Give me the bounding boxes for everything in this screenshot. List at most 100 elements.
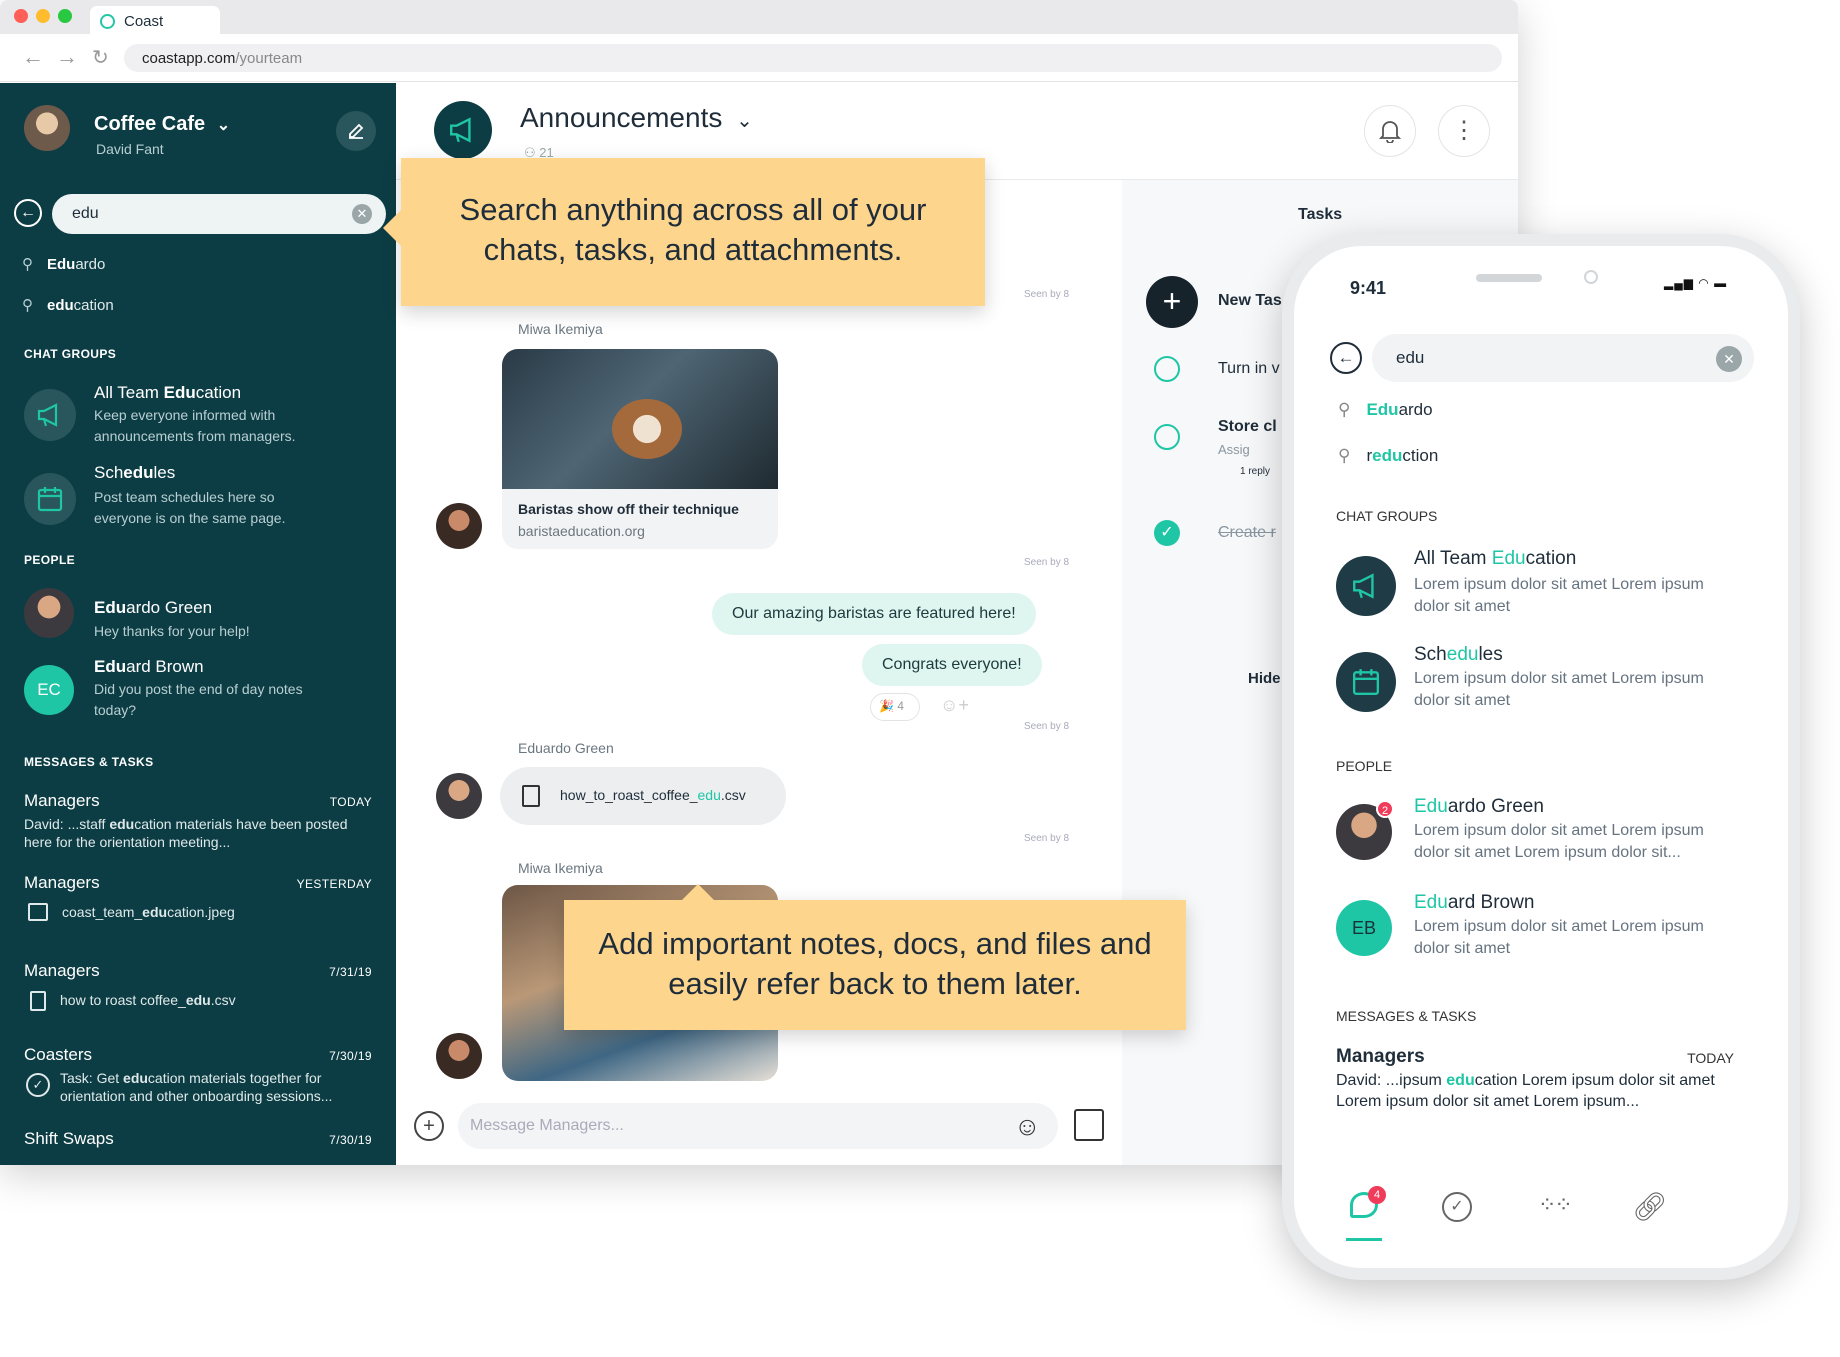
message-title: Managers [24,873,100,892]
back-arrow-icon[interactable]: ← [22,44,44,70]
document-icon [522,785,540,807]
back-circle-icon[interactable]: ← [1330,342,1362,374]
emoji-icon[interactable]: ☺ [1014,1111,1041,1142]
search-value: edu [72,205,99,222]
people-grid-icon[interactable]: ⁘⁘ [1538,1192,1573,1218]
file-attachment[interactable]: how_to_roast_coffee_edu.csv [500,767,786,825]
chat-group-item[interactable]: Schedules Lorem ipsum dolor sit amet Lor… [1336,644,1746,724]
reaction-chip[interactable]: 🎉 4 [870,693,920,721]
person-item[interactable]: EB Eduard Brown Lorem ipsum dolor sit am… [1336,892,1746,972]
chat-group-desc: Post team schedules here so everyone is … [94,489,286,526]
user-avatar[interactable] [24,105,70,151]
chat-group-desc: Lorem ipsum dolor sit amet Lorem ipsum d… [1414,576,1704,615]
back-circle-icon[interactable]: ← [14,199,42,227]
search-value: edu [1396,348,1425,367]
chat-group-item[interactable]: Schedules Post team schedules here so ev… [24,463,384,543]
suggestion-match: Edu [47,256,76,273]
new-task-button[interactable]: + [1146,276,1198,328]
composer-placeholder: Message Managers... [470,1117,624,1134]
channel-icon [434,101,492,159]
message-date: 7/30/19 [329,1049,372,1063]
notifications-button[interactable] [1364,105,1416,157]
reload-icon[interactable]: ↻ [92,45,109,70]
address-bar[interactable]: coastapp.com/yourteam [124,44,1502,72]
person-item[interactable]: 2 Eduardo Green Lorem ipsum dolor sit am… [1336,796,1746,876]
tasks-check-icon[interactable]: ✓ [1442,1192,1472,1222]
message-date: TODAY [1687,1050,1734,1066]
section-people: PEOPLE [1336,758,1393,774]
person-desc: Hey thanks for your help! [94,623,250,639]
sender-name: Miwa Ikemiya [518,321,603,337]
task-checkbox[interactable] [1154,356,1180,382]
link-preview-card[interactable]: Baristas show off their technique barist… [502,349,778,549]
forward-arrow-icon[interactable]: → [56,44,78,70]
close-window-dot[interactable] [14,9,28,23]
message-date: TODAY [329,795,372,809]
more-options-icon[interactable]: ⋮ [1438,105,1490,157]
link-icon[interactable]: 🔗︎ [1632,1190,1668,1223]
search-suggestion[interactable]: ⚲ education [22,296,114,314]
message-snippet: David: ...ipsum education Lorem ipsum do… [1336,1072,1715,1110]
maximize-window-dot[interactable] [58,9,72,23]
camera-dot [1584,270,1598,284]
chat-group-item[interactable]: All Team Education Lorem ipsum dolor sit… [1336,548,1746,628]
compose-button[interactable] [336,111,376,151]
suggestion-rest: cation [73,297,114,314]
search-icon: ⚲ [1338,400,1351,419]
chat-group-item[interactable]: All Team Education Keep everyone informe… [24,381,384,461]
minimize-window-dot[interactable] [36,9,50,23]
channel-title-text: Announcements [520,102,723,133]
task-check-icon: ✓ [26,1073,50,1097]
team-name-text: Coffee Cafe [94,113,206,135]
phone-search-input[interactable]: edu ✕ [1372,334,1754,382]
team-name[interactable]: Coffee Cafe ⌄ [94,113,230,136]
task-title[interactable]: Store cl [1218,418,1277,436]
task-title[interactable]: Turn in v [1218,360,1280,378]
unread-badge: 4 [1368,1186,1386,1204]
browser-tab-bar: Coast [0,0,1518,36]
browser-tab[interactable]: Coast [90,6,220,36]
task-completed-check-icon[interactable]: ✓ [1154,520,1180,546]
task-title[interactable]: Create r [1218,524,1276,542]
phone-screen: 9:41 ▂▄▆ ◠ ▬ ← edu ✕ ⚲ Eduardo ⚲ reduction… [1294,246,1788,1268]
avatar [24,588,74,638]
search-suggestion[interactable]: ⚲ Eduardo [1338,400,1433,420]
clear-search-icon[interactable]: ✕ [1716,346,1742,372]
channel-title[interactable]: Announcements ⌄ [520,102,753,134]
search-suggestion[interactable]: ⚲ Eduardo [22,255,105,273]
megaphone-icon [24,389,76,441]
message-result[interactable]: Managers TODAY David: ...ipsum education… [1336,1046,1746,1116]
section-messages-tasks: MESSAGES & TASKS [24,755,154,769]
url-path: /yourteam [235,50,303,67]
message-title: Coasters [24,1045,93,1064]
add-reaction-icon[interactable]: ☺+ [940,695,969,716]
message-result[interactable]: Managers TODAY David: ...staff education… [24,791,372,865]
message-title: Shift Swaps [24,1129,114,1148]
message-snippet: David: ...staff education materials have… [24,816,348,850]
message-bubble: Congrats everyone! [862,644,1042,686]
message-snippet: Task: Get education materials together f… [60,1070,333,1104]
avatar-initials: EC [24,665,74,715]
tab-title: Coast [124,13,164,30]
person-item[interactable]: Eduardo Green Hey thanks for your help! [24,588,384,648]
megaphone-icon [1336,556,1396,616]
sender-name: Miwa Ikemiya [518,860,603,876]
sidebar-search-input[interactable]: edu ✕ [52,194,386,234]
image-upload-icon[interactable] [1074,1109,1104,1141]
hide-completed-link[interactable]: Hide [1248,670,1281,687]
task-checkbox[interactable] [1154,424,1180,450]
message-composer-input[interactable]: Message Managers... ☺ [458,1103,1058,1149]
add-attachment-button[interactable]: + [414,1111,444,1141]
search-suggestion[interactable]: ⚲ reduction [1338,446,1438,466]
image-file-icon [28,903,48,921]
message-result[interactable]: Shift Swaps 7/30/19 [24,1129,372,1165]
person-item[interactable]: EC Eduard Brown Did you post the end of … [24,657,384,737]
clear-search-icon[interactable]: ✕ [352,204,372,224]
message-result[interactable]: Managers YESTERDAY coast_team_education.… [24,873,372,943]
sidebar: Coffee Cafe ⌄ David Fant ← edu ✕ ⚲ Eduard… [0,83,396,1165]
tab-chats[interactable]: 4 [1346,1186,1386,1222]
search-callout: Search anything across all of your chats… [383,158,985,306]
message-result[interactable]: Managers 7/31/19 how to roast coffee_edu… [24,961,372,1031]
message-result[interactable]: Coasters 7/30/19 ✓ Task: Get education m… [24,1045,372,1119]
person-name: Eduard Brown [94,657,204,676]
